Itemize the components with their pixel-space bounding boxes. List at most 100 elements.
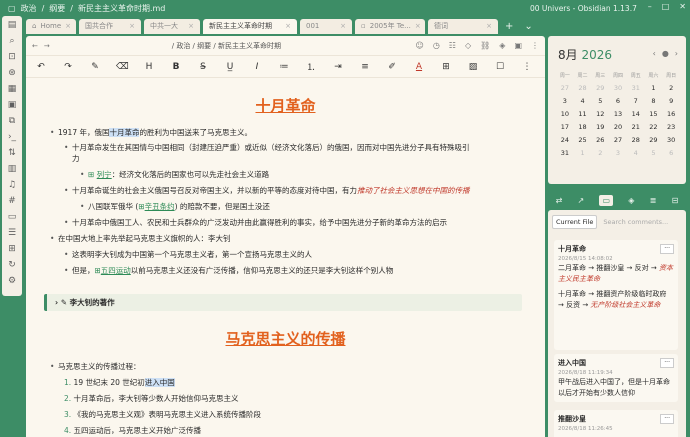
calendar-day[interactable]: 11 (574, 110, 592, 118)
close-tab-icon[interactable]: × (129, 22, 135, 30)
table-icon[interactable]: ⊞ (440, 62, 452, 72)
calendar-day[interactable]: 16 (662, 110, 680, 118)
image-icon[interactable]: ▨ (467, 62, 479, 72)
outgoing-links-icon[interactable]: ↗ (578, 196, 585, 205)
calendar-day[interactable]: 6 (662, 149, 680, 157)
align-icon[interactable]: ≡ (359, 62, 371, 72)
comment-more-button[interactable]: ··· (660, 244, 674, 254)
calendar-day[interactable]: 23 (662, 123, 680, 131)
calendar-day[interactable]: 3 (609, 149, 627, 157)
link-icon[interactable]: ⛓ (480, 41, 490, 50)
outline-icon[interactable]: ☰ (7, 228, 17, 238)
title-breadcrumb-1[interactable]: 政治 (21, 3, 37, 14)
search-icon[interactable]: ⌕ (7, 36, 17, 46)
format-brush-icon[interactable]: ✎ (89, 62, 101, 72)
maximize-icon[interactable]: □ (662, 2, 670, 11)
close-tab-icon[interactable]: × (285, 22, 291, 30)
close-tab-icon[interactable]: × (65, 22, 71, 30)
list-item[interactable]: 马克思主义的传播过程： (50, 361, 140, 372)
toolbar-more-icon[interactable]: ⋮ (521, 62, 533, 72)
tags-icon[interactable]: ◈ (628, 196, 634, 205)
close-window-icon[interactable]: ✕ (679, 2, 686, 11)
calendar-day[interactable]: 1 (574, 149, 592, 157)
comment-card[interactable]: 推翻沙皇 2026/8/18 11:26:45 ··· (554, 410, 678, 437)
comment-card[interactable]: 进入中国 2026/8/18 11:19:34 甲午战后进入中国了，但是十月革命… (554, 354, 678, 402)
note-content[interactable]: 十月革命 1917 年，俄国十月革命的胜利为中国送来了马克思主义。 十月革命发生… (26, 80, 545, 437)
calendar-day[interactable]: 21 (627, 123, 645, 131)
title-breadcrumb-2[interactable]: 纲要 (49, 3, 65, 14)
list-item[interactable]: 这表明李大钊成为中国第一个马克思主义者，第一个宣扬马克思主义的人 (64, 249, 312, 260)
list-item[interactable]: 十月革命中俄国工人、农民和士兵群众的广泛发动并由此赢得胜利的事实，给予中国先进分… (64, 217, 447, 228)
ordered-item[interactable]: 3. 《我的马克思主义观》表明马克思主义进入系统传播阶段 (64, 409, 261, 420)
bold-icon[interactable]: B (170, 62, 182, 72)
calendar-day[interactable]: 17 (556, 123, 574, 131)
calendar-day[interactable]: 18 (574, 123, 592, 131)
calendar-day[interactable]: 20 (609, 123, 627, 131)
eraser-icon[interactable]: ⌫ (116, 62, 129, 72)
calendar-day[interactable]: 12 (591, 110, 609, 118)
italic-icon[interactable]: I (251, 62, 263, 72)
clock-icon[interactable]: ◷ (433, 41, 440, 50)
calendar-day[interactable]: 2 (662, 84, 680, 92)
numbered-list-icon[interactable]: ⒈ (305, 60, 317, 73)
tag-icon[interactable]: # (7, 196, 17, 206)
template-icon[interactable]: ⧉ (7, 116, 17, 126)
link-may-fourth[interactable]: 五四运动 (101, 266, 131, 275)
back-icon[interactable]: ← (32, 42, 38, 50)
calendar-day[interactable]: 27 (609, 136, 627, 144)
bookmark-icon[interactable]: ⊡ (7, 52, 17, 62)
calendar-day[interactable]: 1 (645, 84, 663, 92)
highlight-icon[interactable]: ✐ (386, 62, 398, 72)
calendar-day[interactable]: 31 (627, 84, 645, 92)
ordered-item[interactable]: 1. 19 世纪末 20 世纪初进入中国 (64, 377, 175, 388)
calendar-day[interactable]: 4 (627, 149, 645, 157)
calendar-day[interactable]: 27 (556, 84, 574, 92)
undo-icon[interactable]: ↶ (35, 62, 47, 72)
calendar-day[interactable]: 3 (556, 97, 574, 105)
heading-icon[interactable]: H (143, 62, 155, 72)
comment-more-button[interactable]: ··· (660, 414, 674, 424)
strike-icon[interactable]: S̶ (197, 62, 209, 72)
list-item[interactable]: 1917 年，俄国十月革命的胜利为中国送来了马克思主义。 (50, 127, 252, 138)
calendar-day[interactable]: 2 (591, 149, 609, 157)
callout-icon[interactable]: ☐ (494, 62, 506, 72)
indent-icon[interactable]: ⇥ (332, 62, 344, 72)
comments-icon[interactable]: ▭ (599, 194, 614, 206)
calendar-day[interactable]: 28 (627, 136, 645, 144)
list-item[interactable]: ⊞ 列宁：经济文化落后的国家也可以先走社会主义道路 (80, 169, 269, 180)
calendar-day[interactable]: 29 (591, 84, 609, 92)
redo-icon[interactable]: ↷ (62, 62, 74, 72)
today-icon[interactable]: ● (662, 49, 669, 58)
close-tab-icon[interactable]: × (415, 22, 421, 30)
calendar-day[interactable]: 4 (574, 97, 592, 105)
title-breadcrumb-3[interactable]: 新民主主义革命时期.md (78, 3, 165, 14)
current-file-button[interactable]: Current File (552, 215, 598, 229)
slides-icon[interactable]: ▭ (7, 212, 17, 222)
command-icon[interactable]: ›_ (7, 132, 17, 142)
calendar-day[interactable]: 6 (609, 97, 627, 105)
calendar-day[interactable]: 15 (645, 110, 663, 118)
calendar-day[interactable]: 28 (574, 84, 592, 92)
callout-li-dazhao[interactable]: › ✎ 李大钊的著作 (44, 294, 522, 311)
close-tab-icon[interactable]: × (340, 22, 346, 30)
calendar-day[interactable]: 31 (556, 149, 574, 157)
link-lenin[interactable]: 列宁 (97, 170, 112, 179)
more-options-icon[interactable]: ⋮ (531, 41, 539, 50)
graph-icon[interactable]: ⊛ (7, 68, 17, 78)
list-item[interactable]: 十月革命发生在其国情与中国相同（封建压迫严重）或近似（经济文化落后）的俄国，因而… (64, 142, 469, 153)
font-color-icon[interactable]: A (413, 62, 425, 72)
backlinks-icon[interactable]: ⇄ (556, 196, 563, 205)
close-tab-icon[interactable]: × (188, 22, 194, 30)
tags-view-icon[interactable]: ◈ (499, 41, 505, 50)
link-xinchou[interactable]: 辛丑条约 (145, 202, 175, 211)
tab-home[interactable]: ⌂ Home × (26, 18, 76, 34)
canvas-icon[interactable]: ▦ (7, 84, 17, 94)
calendar-day[interactable]: 22 (645, 123, 663, 131)
tab-001[interactable]: 001 × (300, 18, 352, 34)
forward-icon[interactable]: → (44, 42, 50, 50)
new-tab-icon[interactable]: + (501, 21, 517, 32)
calendar-day[interactable]: 7 (627, 97, 645, 105)
calendar-day[interactable]: 5 (591, 97, 609, 105)
tab-2005[interactable]: ▫ 2005年 Te... × (355, 18, 425, 34)
list-item[interactable]: 八国联军俄华 (⊞辛丑条约) 的赔款不要，但是国土没还 (80, 201, 270, 212)
